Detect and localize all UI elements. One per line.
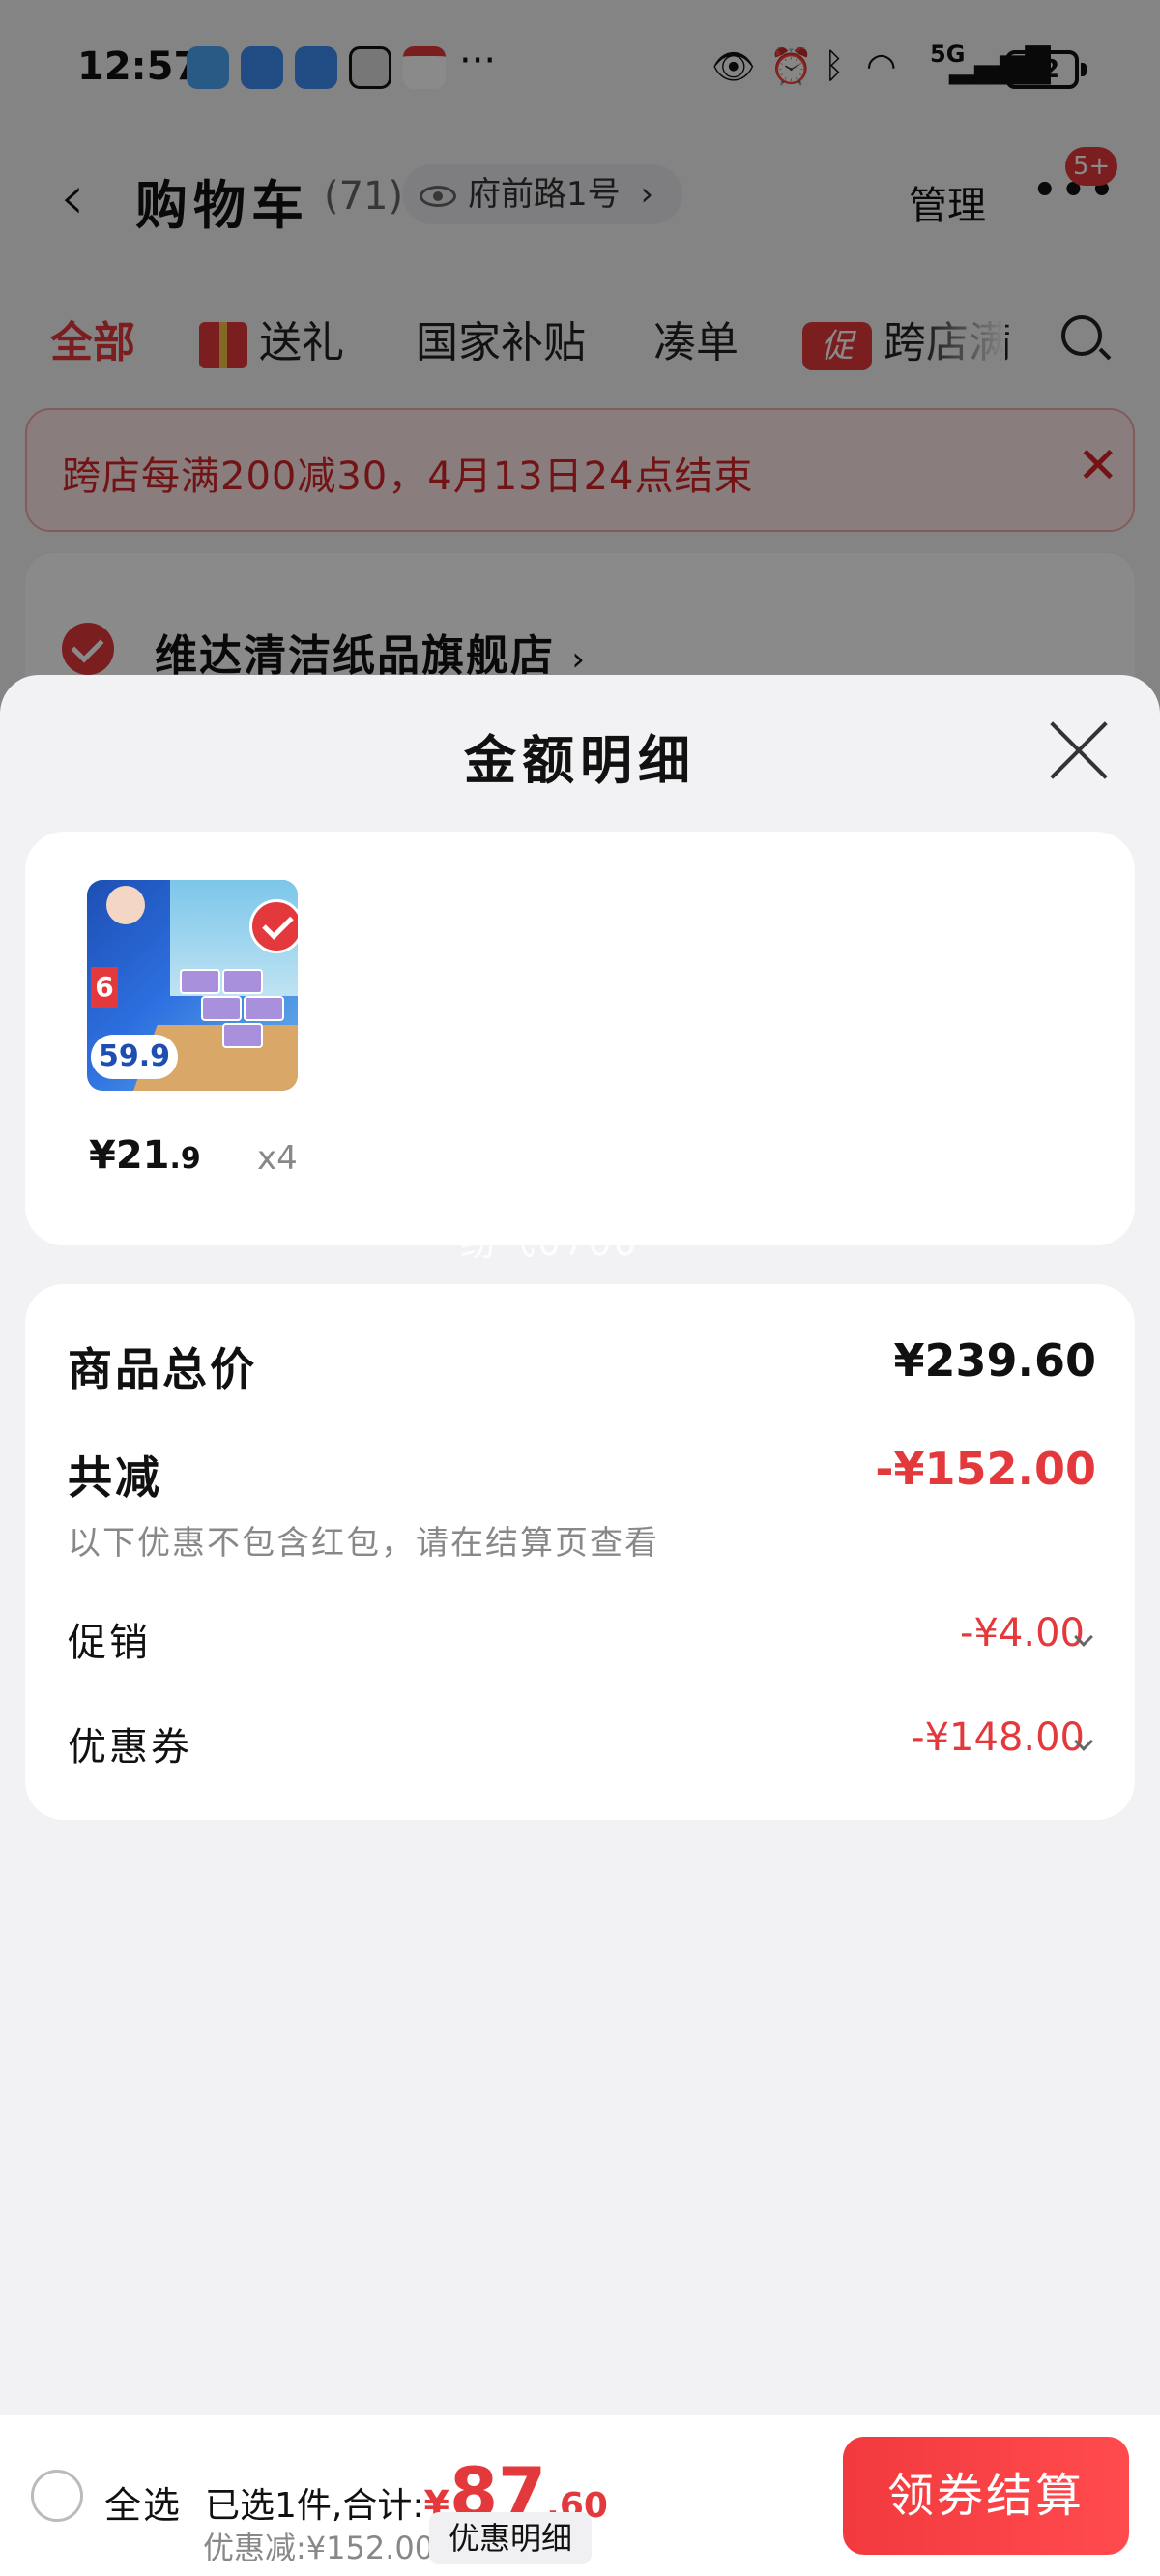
discount-detail-button[interactable]: 优惠明细 [429,2512,593,2564]
image-model [106,886,145,924]
checkout-button[interactable]: 领券结算 [843,2437,1129,2555]
coupon-value[interactable]: -¥148.00 [911,1715,1085,1760]
checkout-bar: 全选 已选1件,合计:¥87.60 优惠减:¥152.00 优惠明细 领券结算 [0,2415,1160,2576]
product-price-dec: .9 [169,1142,201,1176]
watermark: 纷飞0700 [460,1221,639,1264]
select-all-radio[interactable] [31,2470,83,2522]
coupon-label: 优惠券 [68,1725,192,1770]
total-reduction-label: 共减 [68,1451,162,1504]
promotion-label: 促销 [68,1621,151,1665]
image-badge: 6 [91,967,118,1008]
item-check-icon[interactable] [249,899,298,953]
total-price-label: 商品总价 [68,1343,257,1395]
product-image[interactable]: 6 59.9 [87,880,298,1091]
total-reduction-value: -¥152.00 [875,1443,1096,1495]
image-price-bubble: 59.9 [91,1035,178,1079]
discount-text: 优惠减:¥152.00 [203,2530,435,2566]
product-card: 6 59.9 ¥21.9 x4 [25,832,1135,1245]
summary-card: 商品总价 ¥239.60 共减 -¥152.00 以下优惠不包含红包，请在结算页… [25,1284,1135,1820]
image-box [222,969,263,994]
close-icon[interactable] [1050,721,1108,779]
image-box [201,996,242,1021]
selected-text: 已选1件,合计: [205,2486,424,2526]
image-box [244,996,284,1021]
total-price-value: ¥239.60 [893,1334,1096,1387]
reduction-note: 以下优惠不包含红包，请在结算页查看 [68,1524,659,1563]
promotion-value[interactable]: -¥4.00 [960,1611,1085,1655]
select-all-label[interactable]: 全选 [104,2475,182,2529]
product-price: ¥21.9 [89,1133,201,1178]
amount-detail-sheet: 金额明细 6 59.9 ¥21.9 x4 纷飞0700 商品总价 ¥239.60… [0,675,1160,2415]
image-box [222,1023,263,1048]
product-price-int: ¥21 [89,1133,170,1178]
product-quantity: x4 [257,1139,298,1178]
image-box [180,969,220,994]
sheet-title: 金额明细 [464,730,696,791]
